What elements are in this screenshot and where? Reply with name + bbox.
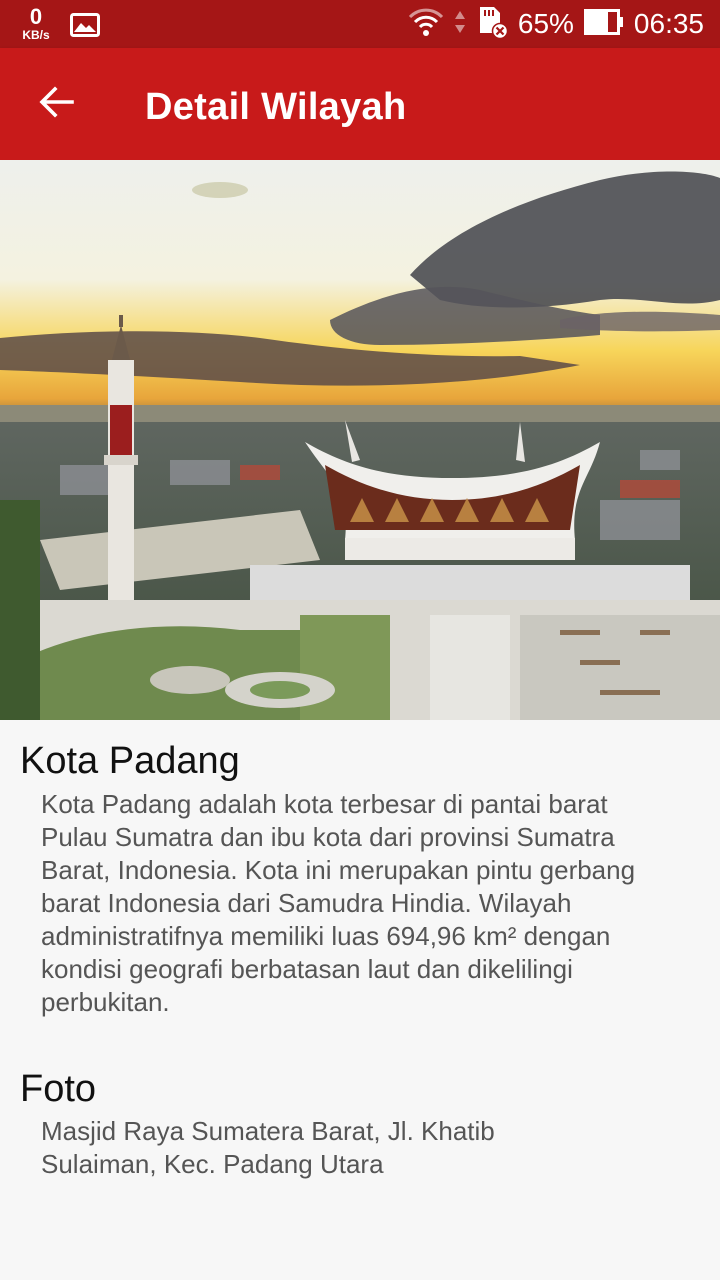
arrow-back-icon [38,85,74,123]
network-speed-unit: KB/s [22,28,50,42]
clock: 06:35 [633,8,704,39]
battery-percent: 65% [517,8,574,39]
network-speed-value: 0 [29,4,43,29]
wifi-icon [408,7,444,42]
status-bar: 0 KB/s 65% 06:35 [0,0,720,48]
page-title: Detail Wilayah [145,86,407,128]
gallery-notification-icon [70,13,100,42]
data-arrows-icon [454,7,466,42]
network-speed: 0 KB/s [16,4,56,42]
photo-caption: Masjid Raya Sumatera Barat, Jl. Khatib S… [41,1116,495,1179]
photo-heading: Foto [20,1068,97,1110]
region-description: Kota Padang adalah kota terbesar di pant… [41,789,636,1017]
back-button[interactable] [24,76,88,132]
sd-card-error-icon [476,5,509,44]
app-bar: Detail Wilayah [0,48,720,160]
battery-icon [583,8,624,40]
region-name: Kota Padang [20,740,240,782]
hero-photo [0,160,720,720]
